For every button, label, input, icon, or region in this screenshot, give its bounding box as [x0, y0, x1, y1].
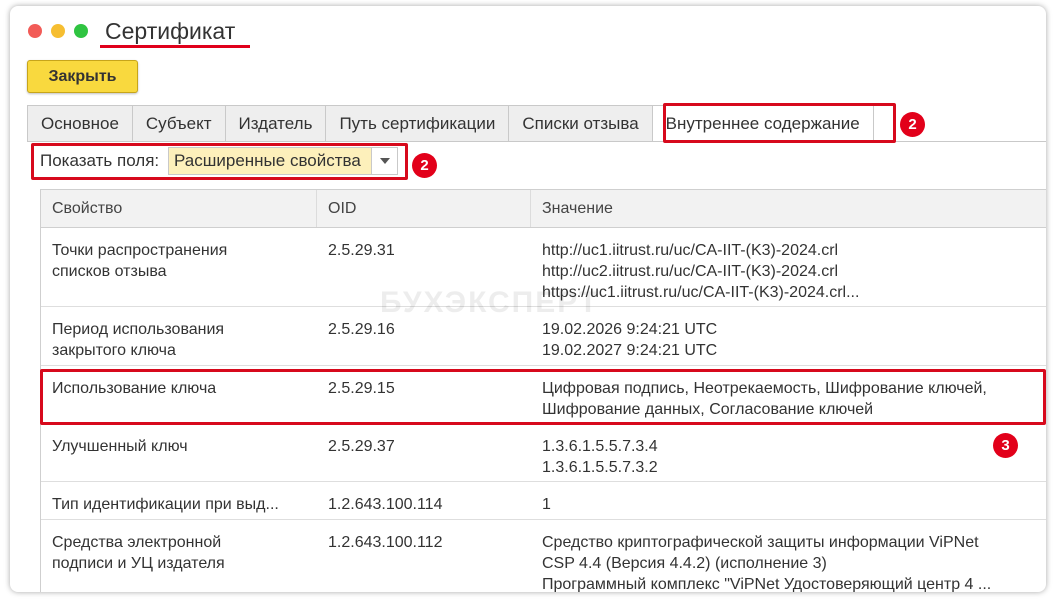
close-button[interactable]: Закрыть	[27, 60, 138, 93]
cell-oid: 2.5.29.16	[328, 321, 395, 338]
certificate-window: Сертификат Закрыть Основное Субъект Изда…	[10, 6, 1046, 592]
table-header: Свойство OID Значение	[41, 190, 1046, 228]
cell-value: http://uc1.iitrust.ru/uc/CA-IIT-(K3)-202…	[542, 242, 860, 301]
cell-oid: 2.5.29.37	[328, 438, 395, 455]
show-fields-label: Показать поля:	[40, 151, 160, 170]
window-controls	[28, 24, 88, 38]
cell-oid: 2.5.29.31	[328, 242, 395, 259]
cell-oid: 1.2.643.100.114	[328, 496, 443, 513]
show-fields-select[interactable]: Расширенные свойства	[168, 147, 398, 175]
cell-oid: 1.2.643.100.112	[328, 534, 443, 551]
minimize-window-icon[interactable]	[51, 24, 65, 38]
properties-table: Свойство OID Значение Точки распростране…	[40, 189, 1046, 592]
cell-property: Использование ключа	[52, 380, 217, 397]
table-row[interactable]: Период использования закрытого ключа 2.5…	[41, 307, 1046, 366]
close-window-icon[interactable]	[28, 24, 42, 38]
table-row[interactable]: Тип идентификации при выд... 1.2.643.100…	[41, 482, 1046, 520]
annotation-badge-tabs: 2	[900, 112, 925, 137]
tab-certification-path[interactable]: Путь сертификации	[325, 105, 509, 142]
cell-value: Средство криптографической защиты информ…	[542, 534, 992, 592]
chevron-down-icon[interactable]	[371, 148, 397, 174]
tab-bar: Основное Субъект Издатель Путь сертифика…	[27, 105, 874, 142]
cell-property: Тип идентификации при выд...	[52, 496, 279, 513]
cell-value: 1	[542, 496, 551, 513]
tab-internal-content[interactable]: Внутреннее содержание	[651, 105, 874, 142]
annotation-badge-row: 3	[993, 433, 1018, 458]
annotation-badge-filter: 2	[412, 153, 437, 178]
cell-property: Улучшенный ключ	[52, 438, 188, 455]
cell-property: Период использования закрытого ключа	[52, 321, 225, 359]
tab-subject[interactable]: Субъект	[131, 105, 225, 142]
tab-revocation-lists[interactable]: Списки отзыва	[508, 105, 652, 142]
cell-property: Средства электронной подписи и УЦ издате…	[52, 534, 225, 572]
table-row[interactable]: Использование ключа 2.5.29.15 Цифровая п…	[41, 366, 1046, 424]
window-title: Сертификат	[105, 18, 236, 44]
cell-property: Точки распространения списков отзыва	[52, 242, 228, 280]
table-row[interactable]: Точки распространения списков отзыва 2.5…	[41, 228, 1046, 307]
table-row[interactable]: Средства электронной подписи и УЦ издате…	[41, 520, 1046, 592]
maximize-window-icon[interactable]	[74, 24, 88, 38]
column-header-oid[interactable]: OID	[317, 190, 531, 227]
cell-value: 1.3.6.1.5.5.7.3.4 1.3.6.1.5.5.7.3.2	[542, 438, 658, 476]
cell-oid: 2.5.29.15	[328, 380, 395, 397]
show-fields-value: Расширенные свойства	[174, 151, 361, 170]
tab-issuer[interactable]: Издатель	[224, 105, 326, 142]
title-underline	[100, 45, 250, 48]
cell-value: Цифровая подпись, Неотрекаемость, Шифров…	[542, 380, 987, 418]
tab-basic[interactable]: Основное	[27, 105, 132, 142]
tab-divider	[27, 141, 1046, 142]
column-header-value[interactable]: Значение	[531, 190, 1046, 227]
column-header-property[interactable]: Свойство	[41, 190, 317, 227]
table-row[interactable]: Улучшенный ключ 2.5.29.37 1.3.6.1.5.5.7.…	[41, 424, 1046, 482]
cell-value: 19.02.2026 9:24:21 UTC 19.02.2027 9:24:2…	[542, 321, 718, 359]
